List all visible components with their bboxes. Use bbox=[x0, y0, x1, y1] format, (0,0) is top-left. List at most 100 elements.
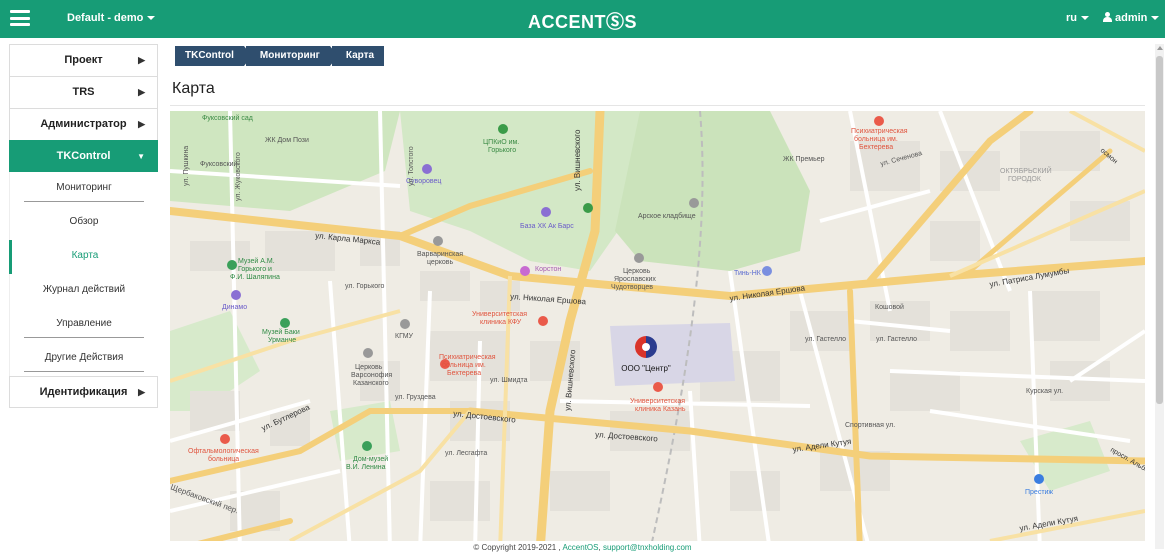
sidebar-item-identification[interactable]: Идентификация ▶ bbox=[9, 376, 158, 408]
map-view[interactable]: Фуксовский сад ЖК Дом Пози ЦПКиО им. Горь… bbox=[170, 111, 1145, 541]
svg-text:Церковь: Церковь bbox=[355, 364, 383, 371]
shop-icon bbox=[1034, 474, 1044, 484]
svg-text:больница им.: больница им. bbox=[854, 135, 898, 143]
svg-text:больница: больница bbox=[208, 455, 239, 463]
svg-text:Психиатрическая: Психиатрическая bbox=[439, 354, 496, 361]
sidebar-subitem-other-actions[interactable]: Другие Действия bbox=[9, 342, 158, 376]
sport-icon bbox=[541, 207, 551, 217]
language-selector[interactable]: ru bbox=[1066, 12, 1089, 24]
sidebar-item-project[interactable]: Проект ▶ bbox=[9, 44, 158, 76]
svg-text:клиника КФУ: клиника КФУ bbox=[480, 319, 522, 326]
svg-text:ул. Шмидта: ул. Шмидта bbox=[490, 377, 528, 384]
sidebar-subitem-label: Журнал действий bbox=[42, 284, 126, 295]
svg-text:Психиатрическая: Психиатрическая bbox=[851, 128, 908, 135]
museum-icon bbox=[280, 318, 290, 328]
park-icon bbox=[583, 203, 593, 213]
page-scrollbar[interactable] bbox=[1155, 44, 1164, 549]
support-email-link[interactable]: support@tnxholding.com bbox=[603, 543, 692, 552]
hospital-icon bbox=[220, 434, 230, 444]
sidebar-item-trs[interactable]: TRS ▶ bbox=[9, 76, 158, 108]
shop-icon bbox=[762, 266, 772, 276]
svg-text:База ХК Ак Барс: База ХК Ак Барс bbox=[520, 223, 574, 230]
sidebar-item-label: TKControl bbox=[56, 150, 111, 162]
svg-text:ГОРОДОК: ГОРОДОК bbox=[1008, 176, 1042, 183]
menu-toggle-icon[interactable] bbox=[10, 10, 30, 26]
hospital-icon bbox=[653, 382, 663, 392]
svg-text:ул. Пушкина: ул. Пушкина bbox=[183, 146, 190, 186]
accentos-link[interactable]: AccentOS bbox=[562, 543, 598, 552]
svg-text:ул. Гастелло: ул. Гастелло bbox=[805, 336, 846, 343]
brand-logo: ACCENTⓈS bbox=[527, 12, 637, 32]
marker-label: ООО "Центр" bbox=[621, 364, 671, 373]
chevron-down-icon bbox=[1081, 16, 1089, 21]
sidebar-subitem-overview[interactable]: Обзор bbox=[9, 206, 158, 240]
church-icon bbox=[634, 253, 644, 263]
breadcrumb: TKControl Мониторинг Карта bbox=[175, 46, 386, 66]
svg-text:Университетская: Университетская bbox=[472, 311, 527, 318]
sidebar-item-label: Администратор bbox=[40, 118, 127, 130]
svg-text:церковь: церковь bbox=[427, 259, 453, 266]
svg-text:Горького и: Горького и bbox=[238, 266, 272, 273]
svg-text:Казанского: Казанского bbox=[353, 380, 389, 387]
svg-text:больница им.: больница им. bbox=[442, 361, 486, 369]
svg-text:ЦПКиО им.: ЦПКиО им. bbox=[483, 139, 519, 146]
chevron-right-icon: ▶ bbox=[138, 55, 145, 65]
user-name: admin bbox=[1115, 12, 1148, 24]
scrollbar-thumb[interactable] bbox=[1156, 56, 1163, 404]
breadcrumb-item-map[interactable]: Карта bbox=[331, 46, 385, 66]
project-selector[interactable]: Default - demo bbox=[67, 12, 156, 24]
svg-text:Кошовой: Кошовой bbox=[875, 303, 904, 311]
svg-text:ул. Груздева: ул. Груздева bbox=[395, 394, 436, 401]
map-canvas[interactable]: Фуксовский сад ЖК Дом Пози ЦПКиО им.Горь… bbox=[170, 111, 1145, 541]
page-title: Карта bbox=[172, 80, 215, 97]
church-icon bbox=[363, 348, 373, 358]
sidebar-item-tkcontrol[interactable]: TKControl ▼ bbox=[9, 140, 158, 172]
svg-text:Музей А.М.: Музей А.М. bbox=[238, 257, 275, 265]
chevron-down-icon bbox=[147, 16, 156, 21]
park-icon bbox=[498, 124, 508, 134]
svg-text:Арское кладбище: Арское кладбище bbox=[638, 212, 696, 220]
sidebar-subitem-label: Мониторинг bbox=[56, 182, 112, 193]
divider bbox=[24, 337, 144, 338]
sidebar-subitem-label: Обзор bbox=[69, 216, 99, 227]
svg-text:Университетская: Университетская bbox=[630, 398, 685, 405]
museum-icon bbox=[362, 441, 372, 451]
divider bbox=[24, 201, 144, 202]
scroll-up-icon[interactable] bbox=[1157, 46, 1163, 50]
sidebar-subitem-management[interactable]: Управление bbox=[9, 308, 158, 342]
svg-text:Дом-музей: Дом-музей bbox=[353, 455, 388, 463]
hotel-icon bbox=[520, 266, 530, 276]
divider bbox=[24, 371, 144, 372]
svg-text:ул. Лесгафта: ул. Лесгафта bbox=[445, 450, 487, 457]
svg-text:Урманче: Урманче bbox=[268, 337, 296, 344]
svg-text:Чудотворцев: Чудотворцев bbox=[611, 284, 653, 291]
user-menu[interactable]: admin bbox=[1103, 12, 1160, 24]
breadcrumb-item-monitoring[interactable]: Мониторинг bbox=[245, 46, 338, 66]
svg-text:Горького: Горького bbox=[488, 147, 516, 154]
svg-text:Спортивная ул.: Спортивная ул. bbox=[845, 422, 895, 429]
museum-icon bbox=[227, 260, 237, 270]
sport-icon bbox=[231, 290, 241, 300]
svg-text:Тинь-НК: Тинь-НК bbox=[734, 270, 762, 277]
sidebar-subitem-action-log[interactable]: Журнал действий bbox=[9, 274, 158, 308]
svg-text:Церковь: Церковь bbox=[623, 268, 651, 275]
breadcrumb-item-tkcontrol[interactable]: TKControl bbox=[175, 46, 252, 66]
svg-text:ЖК Дом Пози: ЖК Дом Пози bbox=[265, 137, 309, 144]
location-marker[interactable] bbox=[635, 336, 657, 358]
sidebar-item-admin[interactable]: Администратор ▶ bbox=[9, 108, 158, 140]
chevron-right-icon: ▶ bbox=[138, 387, 145, 397]
svg-text:Курская ул.: Курская ул. bbox=[1026, 388, 1063, 395]
svg-text:Бехтерева: Бехтерева bbox=[447, 370, 481, 377]
svg-text:Варваринская: Варваринская bbox=[417, 251, 463, 258]
sidebar-subitem-map[interactable]: Карта bbox=[9, 240, 158, 274]
hospital-icon bbox=[538, 316, 548, 326]
svg-text:КГМУ: КГМУ bbox=[395, 333, 414, 340]
svg-text:Бехтерева: Бехтерева bbox=[859, 144, 893, 151]
sidebar-subitem-monitoring[interactable]: Мониторинг bbox=[9, 172, 158, 206]
project-selector-label: Default - demo bbox=[67, 12, 144, 24]
svg-text:Динамо: Динамо bbox=[222, 304, 247, 311]
svg-text:Корстон: Корстон bbox=[535, 266, 561, 273]
park-area bbox=[615, 111, 810, 271]
svg-text:В.И. Ленина: В.И. Ленина bbox=[346, 464, 386, 471]
building bbox=[610, 323, 735, 386]
